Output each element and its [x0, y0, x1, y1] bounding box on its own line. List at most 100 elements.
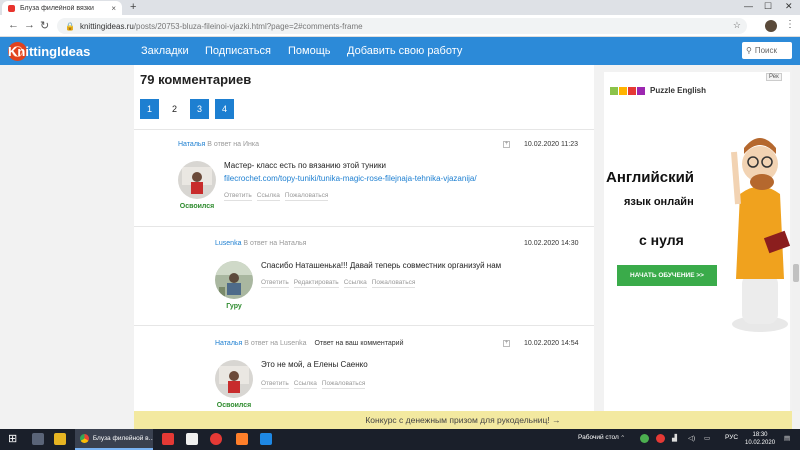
ad-cta-button[interactable]: НАЧАТЬ ОБУЧЕНИЕ >> — [617, 265, 717, 286]
windows-start-icon[interactable]: ⊞ — [8, 433, 20, 445]
edit-action[interactable]: Редактировать — [293, 279, 339, 288]
ad-flag[interactable]: Рек — [766, 73, 782, 81]
link-action[interactable]: Ссылка — [343, 279, 367, 288]
nav-subscribe[interactable]: Подписаться — [205, 45, 271, 57]
favicon-icon — [8, 4, 15, 12]
nav-add-work[interactable]: Добавить свою работу — [347, 45, 462, 57]
page-3[interactable]: 3 — [190, 99, 209, 119]
comment-item: Наталья В ответ на Lusenka Ответ на ваш … — [134, 325, 594, 411]
link-action[interactable]: Ссылка — [256, 192, 280, 201]
contest-promo-bar[interactable]: Конкурс с денежным призом для рукодельни… — [134, 411, 792, 429]
reply-badge: Ответ на ваш комментарий — [314, 340, 404, 347]
volume-icon[interactable]: ◁) — [688, 434, 695, 442]
pagination: 1 2 3 4 — [140, 99, 240, 119]
address-bar[interactable]: 🔒 knittingideas.ru/posts/20753-bluza-fil… — [57, 18, 747, 34]
ad-character-illustration — [731, 138, 791, 332]
nav-help[interactable]: Помощь — [288, 45, 331, 57]
comment-author[interactable]: Lusenka — [215, 240, 241, 247]
tray-chevron-icon[interactable]: ⌃ — [620, 434, 625, 442]
comment-item: Lusenka В ответ на Наталья 10.02.2020 14… — [134, 226, 594, 324]
chrome-icon — [80, 434, 89, 443]
comment-author[interactable]: Наталья — [215, 340, 242, 347]
media-app-icon[interactable] — [236, 433, 248, 445]
comment-reply-to[interactable]: В ответ на Инка — [207, 141, 259, 148]
avatar[interactable] — [215, 261, 253, 299]
profile-avatar[interactable] — [765, 20, 777, 32]
edge-icon[interactable] — [260, 433, 272, 445]
comment-date: 10.02.2020 14:54 — [524, 340, 579, 347]
url-path: /posts/20753-bluza-fileinoi-vjazki.html?… — [133, 21, 363, 31]
search-input[interactable]: ⚲ Поиск — [742, 42, 792, 59]
taskbar-app-label: Блуза филейной в... — [92, 435, 153, 442]
comment-reply-to[interactable]: В ответ на Наталья — [243, 240, 306, 247]
user-rank: Освоился — [179, 203, 215, 210]
page-scrollbar[interactable] — [792, 65, 800, 411]
site-logo[interactable]: KnittingIdeas — [8, 42, 90, 61]
avatar-photo-icon — [215, 261, 253, 299]
url-host: knittingideas.ru — [79, 21, 134, 31]
nav-bookmarks[interactable]: Закладки — [141, 45, 189, 57]
reply-action[interactable]: Ответить — [261, 279, 289, 288]
link-action[interactable]: Ссылка — [293, 380, 317, 389]
yandex-browser-icon[interactable] — [210, 433, 222, 445]
comment-text: Спасибо Наташенька!!! Давай теперь совме… — [261, 261, 502, 270]
forward-icon[interactable]: → — [24, 19, 35, 31]
site-header: KnittingIdeas Закладки Подписаться Помощ… — [0, 37, 800, 65]
notifications-icon[interactable]: ▤ — [784, 434, 790, 442]
maximize-icon[interactable]: ☐ — [764, 1, 772, 12]
search-placeholder: Поиск — [754, 46, 778, 55]
yandex-app-icon[interactable] — [162, 433, 174, 445]
user-rank: Гуру — [226, 303, 242, 310]
report-action[interactable]: Пожаловаться — [371, 279, 416, 288]
comment-link[interactable]: filecrochet.com/topy-tuniki/tunika-magic… — [224, 174, 477, 183]
advertisement[interactable]: Рек Puzzle English Английский язык онлай… — [604, 72, 791, 411]
report-action[interactable]: Пожаловаться — [321, 380, 366, 389]
lock-icon: 🔒 — [65, 21, 75, 31]
minimize-icon[interactable]: — — [744, 1, 753, 11]
reload-icon[interactable]: ↻ — [40, 19, 49, 32]
tray-antivirus-icon[interactable] — [656, 434, 665, 443]
ad-headline: Английский — [606, 169, 695, 186]
new-tab-icon[interactable]: + — [130, 1, 136, 13]
quote-icon[interactable]: + — [503, 141, 510, 148]
text-editor-icon[interactable] — [186, 433, 198, 445]
taskbar-chrome-app[interactable]: Блуза филейной в... — [75, 429, 153, 450]
reply-action[interactable]: Ответить — [224, 192, 252, 201]
store-icon[interactable] — [32, 433, 44, 445]
ad-subheadline: язык онлайн — [624, 196, 694, 208]
tray-app-icon[interactable] — [640, 434, 649, 443]
browser-tabstrip: Блуза филейной вязки × + — ☐ ✕ — [0, 0, 800, 15]
avatar-photo-icon — [215, 360, 253, 398]
user-rank: Освоился — [216, 402, 252, 409]
reply-action[interactable]: Ответить — [261, 380, 289, 389]
avatar-photo-icon — [178, 161, 216, 199]
back-icon[interactable]: ← — [8, 19, 19, 31]
comment-date: 10.02.2020 11:23 — [524, 141, 578, 148]
page-2-current: 2 — [171, 104, 177, 114]
avatar[interactable] — [215, 360, 253, 398]
close-tab-icon[interactable]: × — [111, 4, 116, 13]
browser-tab[interactable]: Блуза филейной вязки × — [2, 1, 122, 15]
desktop-toolbar-label[interactable]: Рабочий стол — [578, 434, 619, 441]
search-icon: ⚲ — [746, 46, 752, 55]
quote-icon[interactable]: + — [503, 340, 510, 347]
comment-reply-to[interactable]: В ответ на Lusenka — [244, 340, 306, 347]
browser-toolbar: ← → ↻ 🔒 knittingideas.ru/posts/20753-blu… — [0, 15, 800, 37]
battery-icon[interactable]: ▭ — [704, 434, 710, 442]
windows-taskbar: ⊞ Блуза филейной в... Рабочий стол ⌃ ▟ ◁… — [0, 429, 800, 450]
avatar[interactable] — [178, 161, 216, 199]
scrollbar-thumb[interactable] — [793, 264, 799, 282]
system-clock[interactable]: 18:30 10.02.2020 — [745, 431, 775, 447]
input-language[interactable]: РУС — [725, 434, 738, 441]
ad-brand: Puzzle English — [610, 86, 706, 95]
puzzle-logo-icon — [610, 86, 646, 95]
page-1[interactable]: 1 — [140, 99, 159, 119]
file-explorer-icon[interactable] — [54, 433, 66, 445]
browser-menu-icon[interactable]: ⋮ — [785, 19, 795, 30]
bookmark-star-icon[interactable]: ☆ — [733, 20, 741, 31]
close-window-icon[interactable]: ✕ — [785, 1, 793, 12]
report-action[interactable]: Пожаловаться — [284, 192, 329, 201]
page-4[interactable]: 4 — [215, 99, 234, 119]
network-icon[interactable]: ▟ — [672, 434, 677, 442]
comment-author[interactable]: Наталья — [178, 141, 205, 148]
